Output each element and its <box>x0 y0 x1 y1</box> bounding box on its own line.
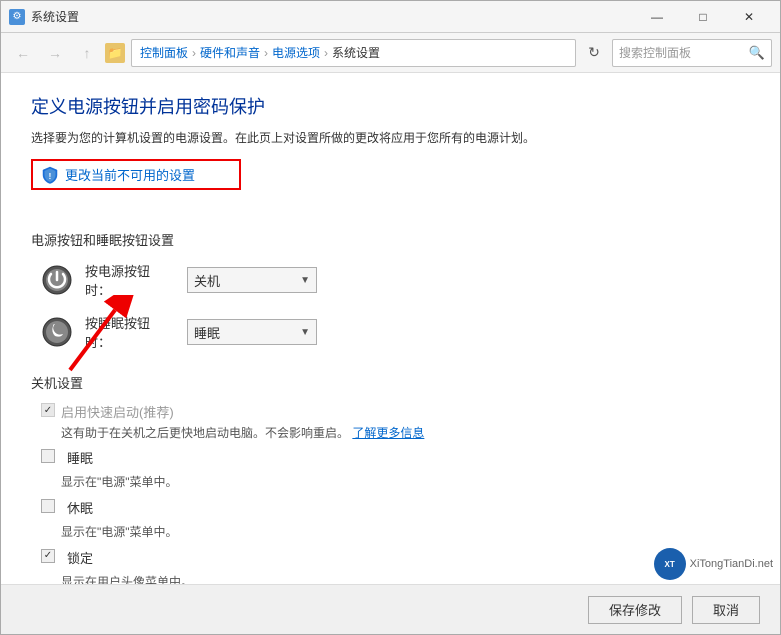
bottom-bar: 保存修改 取消 <box>1 584 780 634</box>
power-button-value: 关机 <box>194 271 220 290</box>
power-button-label: 按电源按钮时： <box>85 261 175 299</box>
power-button-row: 按电源按钮时： 关机 ▼ <box>41 261 750 299</box>
back-button[interactable]: ← <box>9 39 37 67</box>
hibernate-item-label: 休眠 <box>67 498 93 517</box>
sleep-checkbox-row: 睡眠 <box>41 448 750 469</box>
fast-startup-desc: 这有助于在关机之后更快地启动电脑。不会影响重启。 了解更多信息 <box>61 425 750 442</box>
search-placeholder: 搜索控制面板 <box>619 44 691 61</box>
shutdown-heading: 关机设置 <box>31 373 750 392</box>
power-button-icon <box>41 264 73 296</box>
main-window: ⚙ 系统设置 — □ ✕ ← → ↑ 📁 控制面板 › 硬件和声音 › 电源选项… <box>0 0 781 635</box>
forward-button[interactable]: → <box>41 39 69 67</box>
window-icon: ⚙ <box>9 9 25 25</box>
hibernate-item-desc: 显示在"电源"菜单中。 <box>61 523 750 540</box>
dropdown-arrow-2: ▼ <box>300 327 310 338</box>
sleep-item-desc: 显示在"电源"菜单中。 <box>61 473 750 490</box>
learn-more-link[interactable]: 了解更多信息 <box>352 426 424 440</box>
lock-item-desc: 显示在用户头像菜单中。 <box>61 573 750 584</box>
shield-icon: ! <box>41 166 59 184</box>
minimize-button[interactable]: — <box>634 1 680 33</box>
sleep-item: 睡眠 显示在"电源"菜单中。 <box>31 448 750 490</box>
breadcrumb-item-1[interactable]: 控制面板 <box>140 44 188 61</box>
fast-startup-checkbox <box>41 403 55 417</box>
breadcrumb: 控制面板 › 硬件和声音 › 电源选项 › 系统设置 <box>131 39 576 67</box>
sleep-button-row: 按睡眠按钮时： 睡眠 ▼ <box>41 313 750 351</box>
sleep-button-label: 按睡眠按钮时： <box>85 313 175 351</box>
dropdown-arrow-1: ▼ <box>300 275 310 286</box>
watermark-logo: XT <box>654 548 686 580</box>
svg-text:!: ! <box>49 172 52 181</box>
lock-item: 锁定 显示在用户头像菜单中。 <box>31 548 750 584</box>
window-controls: — □ ✕ <box>634 1 772 33</box>
hibernate-checkbox-row: 休眠 <box>41 498 750 519</box>
shutdown-section: 关机设置 启用快速启动(推荐) 这有助于在关机之后更快地启动电脑。不会影响重启。… <box>31 373 750 584</box>
window-title: 系统设置 <box>31 8 634 25</box>
page-title: 定义电源按钮并启用密码保护 <box>31 93 750 119</box>
change-settings-button[interactable]: ! 更改当前不可用的设置 <box>31 159 241 190</box>
sleep-button-icon <box>41 316 73 348</box>
save-button[interactable]: 保存修改 <box>588 596 682 624</box>
hibernate-checkbox <box>41 499 55 513</box>
main-content: 定义电源按钮并启用密码保护 选择要为您的计算机设置的电源设置。在此页上对设置所做… <box>1 73 780 584</box>
lock-checkbox <box>41 549 55 563</box>
refresh-button[interactable]: ↻ <box>580 39 608 67</box>
power-button-dropdown[interactable]: 关机 ▼ <box>187 267 317 293</box>
hibernate-item: 休眠 显示在"电源"菜单中。 <box>31 498 750 540</box>
page-subtitle: 选择要为您的计算机设置的电源设置。在此页上对设置所做的更改将应用于您所有的电源计… <box>31 129 750 147</box>
lock-checkbox-row: 锁定 <box>41 548 750 569</box>
lock-item-label: 锁定 <box>67 548 93 567</box>
breadcrumb-item-2[interactable]: 硬件和声音 <box>200 44 260 61</box>
address-bar: ← → ↑ 📁 控制面板 › 硬件和声音 › 电源选项 › 系统设置 ↻ 搜索控… <box>1 33 780 73</box>
folder-icon: 📁 <box>105 43 125 63</box>
fast-startup-row: 启用快速启动(推荐) <box>41 402 750 421</box>
breadcrumb-sep-2: › <box>264 46 268 60</box>
up-button[interactable]: ↑ <box>73 39 101 67</box>
watermark-site: XiTongTianDi.net <box>690 558 773 570</box>
search-icon[interactable]: 🔍 <box>749 45 765 61</box>
sleep-button-dropdown[interactable]: 睡眠 ▼ <box>187 319 317 345</box>
sleep-item-label: 睡眠 <box>67 448 93 467</box>
cancel-button[interactable]: 取消 <box>692 596 760 624</box>
search-bar[interactable]: 搜索控制面板 🔍 <box>612 39 772 67</box>
breadcrumb-item-4: 系统设置 <box>332 44 380 61</box>
close-button[interactable]: ✕ <box>726 1 772 33</box>
breadcrumb-item-3[interactable]: 电源选项 <box>272 44 320 61</box>
breadcrumb-sep-1: › <box>192 46 196 60</box>
maximize-button[interactable]: □ <box>680 1 726 33</box>
change-settings-wrapper: ! 更改当前不可用的设置 <box>31 159 750 210</box>
power-button-section-heading: 电源按钮和睡眠按钮设置 <box>31 230 750 249</box>
watermark: XT XiTongTianDi.net <box>654 548 773 580</box>
sleep-checkbox <box>41 449 55 463</box>
fast-startup-label: 启用快速启动(推荐) <box>61 402 174 421</box>
change-settings-label: 更改当前不可用的设置 <box>65 165 195 184</box>
breadcrumb-sep-3: › <box>324 46 328 60</box>
sleep-button-value: 睡眠 <box>194 323 220 342</box>
title-bar: ⚙ 系统设置 — □ ✕ <box>1 1 780 33</box>
